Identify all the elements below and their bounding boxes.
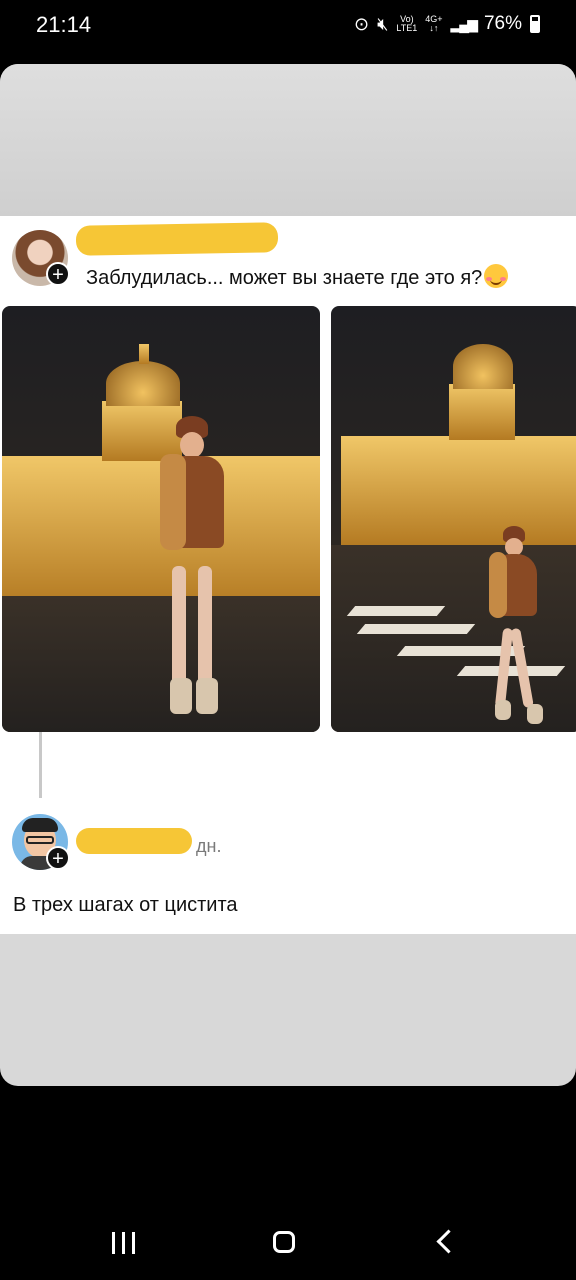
recent-apps-icon[interactable] [112, 1232, 136, 1254]
back-icon[interactable] [436, 1229, 461, 1254]
data-icon: 4G+ ↓↑ [425, 14, 443, 33]
follow-plus-icon[interactable]: + [46, 846, 70, 870]
signal-icon: ▂▄▆ [450, 15, 478, 32]
mute-icon: 🔇︎ [377, 13, 389, 34]
follow-plus-icon[interactable]: + [46, 262, 70, 286]
screenshot-card: + Заблудилась... может вы знаете где это… [0, 64, 576, 1086]
post-caption: Заблудилась... может вы знаете где это я… [86, 264, 509, 290]
home-icon[interactable] [273, 1231, 295, 1253]
redacted-reply-username [76, 828, 192, 854]
reply-time: дн. [196, 836, 222, 856]
thread-connector-line [39, 732, 42, 798]
redacted-username [75, 222, 279, 256]
battery-text: 76% [483, 13, 522, 34]
battery-icon [530, 15, 540, 33]
save-icon: ⊙ [353, 13, 370, 34]
reply-text: В трех шагах от цистита [13, 894, 238, 916]
thread-post: + Заблудилась... может вы знаете где это… [0, 216, 576, 934]
status-bar: 21:14 ⊙ 🔇︎ Vo) LTE1 4G+ ↓↑ ▂▄▆ 76% [0, 0, 576, 56]
status-icons: ⊙ 🔇︎ Vo) LTE1 4G+ ↓↑ ▂▄▆ 76% [354, 13, 540, 35]
system-nav-bar [0, 1200, 576, 1280]
smiling-hearts-emoji-icon [484, 264, 509, 288]
status-time: 21:14 [36, 12, 92, 37]
card-header-area [0, 64, 576, 216]
post-caption-text: Заблудилась... может вы знаете где это я… [86, 267, 483, 289]
post-photo-1[interactable] [2, 306, 320, 732]
volte-icon: Vo) LTE1 [396, 14, 418, 33]
post-photo-2[interactable] [331, 306, 576, 732]
